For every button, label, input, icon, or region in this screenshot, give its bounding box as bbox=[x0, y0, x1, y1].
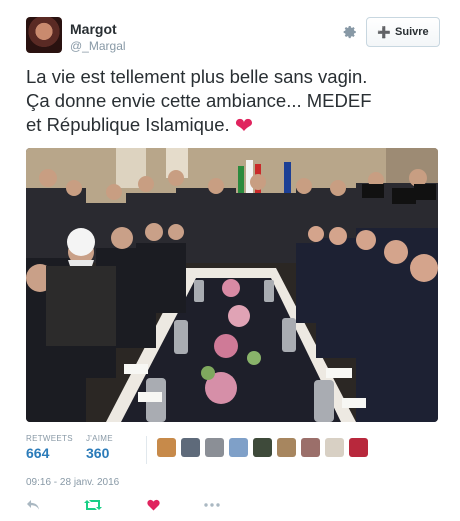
tweet-line-3-wrap: et République Islamique. ❤ bbox=[26, 113, 440, 138]
retweets-label: RETWEETS bbox=[26, 434, 73, 443]
tweet-line-3: et République Islamique. bbox=[26, 114, 230, 135]
more-icon[interactable] bbox=[204, 503, 220, 507]
user-name[interactable]: Margot bbox=[70, 21, 117, 37]
avatar[interactable] bbox=[229, 438, 248, 457]
reply-icon[interactable] bbox=[26, 499, 40, 511]
retweet-icon[interactable] bbox=[84, 498, 102, 512]
likes-count[interactable]: 360 bbox=[86, 445, 109, 461]
avatar[interactable] bbox=[277, 438, 296, 457]
avatar[interactable] bbox=[26, 17, 62, 53]
user-handle[interactable]: @_Margal bbox=[70, 39, 126, 53]
heart-emoji: ❤ bbox=[234, 113, 254, 138]
tweet-text: La vie est tellement plus belle sans vag… bbox=[26, 65, 440, 138]
tweet-header: Margot @_Margal ➕ Suivre bbox=[26, 17, 440, 55]
follow-button[interactable]: ➕ Suivre bbox=[366, 17, 440, 47]
tweet-actions bbox=[26, 497, 246, 515]
tweet-photo[interactable] bbox=[26, 148, 438, 422]
likers-avatars bbox=[157, 438, 368, 457]
avatar[interactable] bbox=[205, 438, 224, 457]
likes-label: J'AIME bbox=[86, 434, 113, 443]
avatar[interactable] bbox=[253, 438, 272, 457]
follow-label: Suivre bbox=[395, 26, 429, 38]
heart-icon[interactable] bbox=[147, 499, 160, 511]
retweets-count[interactable]: 664 bbox=[26, 445, 49, 461]
tweet-stats: RETWEETS 664 J'AIME 360 bbox=[26, 434, 440, 468]
stats-divider bbox=[146, 436, 147, 464]
avatar[interactable] bbox=[301, 438, 320, 457]
tweet-line-2: Ça donne envie cette ambiance... MEDEF bbox=[26, 90, 372, 111]
tweet-line-1: La vie est tellement plus belle sans vag… bbox=[26, 66, 368, 87]
avatar[interactable] bbox=[349, 438, 368, 457]
avatar[interactable] bbox=[157, 438, 176, 457]
photo-scene bbox=[26, 148, 438, 422]
avatar[interactable] bbox=[181, 438, 200, 457]
tweet-timestamp[interactable]: 09:16 - 28 janv. 2016 bbox=[26, 477, 119, 488]
avatar[interactable] bbox=[325, 438, 344, 457]
gear-icon[interactable] bbox=[340, 23, 358, 41]
add-user-icon: ➕ bbox=[377, 26, 392, 39]
